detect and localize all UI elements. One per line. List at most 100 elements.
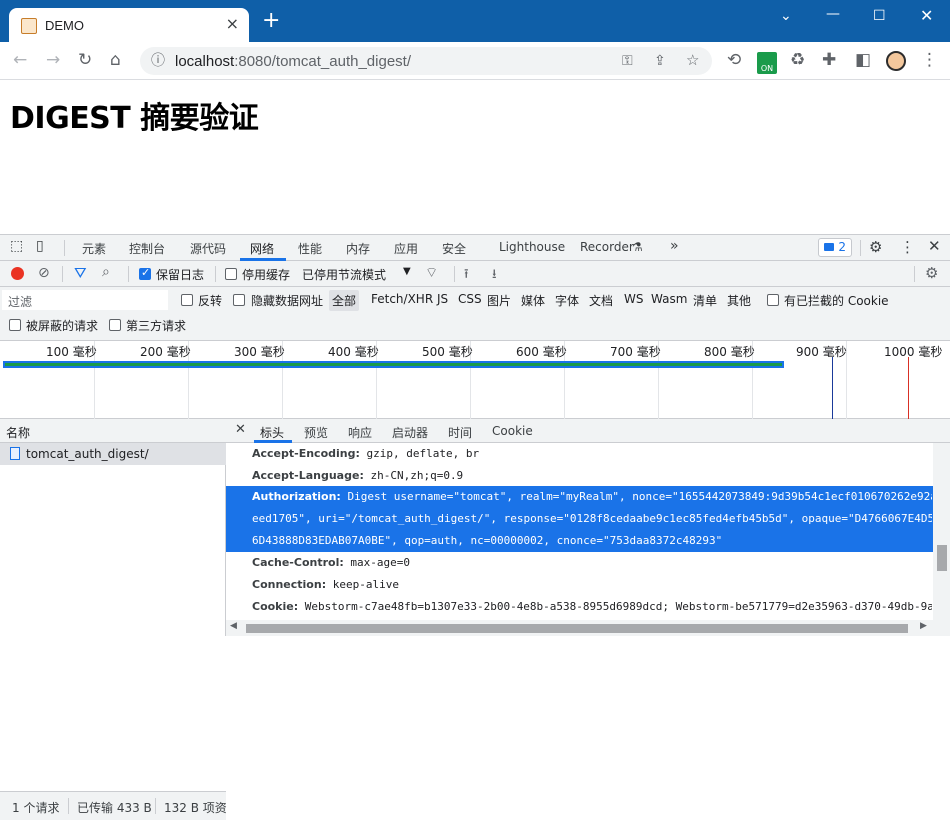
filter-type-media[interactable]: 媒体 [521,292,545,309]
tab-headers[interactable]: 标头 [260,424,284,441]
filter-type-other[interactable]: 其他 [727,292,751,309]
filter-type-manifest[interactable]: 清单 [693,292,717,309]
tick-label: 100 毫秒 [46,345,97,359]
horizontal-scrollbar[interactable]: ◀ ▶ [226,620,950,636]
close-tab-icon[interactable]: × [226,14,239,33]
preserve-log-checkbox[interactable] [139,266,151,280]
scrollbar-thumb[interactable] [937,545,947,571]
key-icon[interactable]: ⚿ [622,51,633,71]
divider [68,798,69,814]
request-row[interactable]: tomcat_auth_digest/ [0,443,226,465]
close-details-icon[interactable]: ✕ [235,422,246,437]
browser-title-bar: DEMO × + ⌄ — ☐ ✕ [0,0,950,42]
inspect-element-icon[interactable]: ⬚ [10,238,23,254]
scrollbar-thumb[interactable] [246,624,908,633]
profile-avatar[interactable] [886,51,906,71]
browser-menu-icon[interactable]: ⋮ [921,50,938,70]
filter-type-css[interactable]: CSS [458,292,482,306]
tab-application[interactable]: 应用 [394,240,418,257]
tab-elements[interactable]: 元素 [82,240,106,257]
filter-type-all[interactable]: 全部 [329,290,360,311]
new-tab-icon[interactable]: + [262,10,280,32]
filter-input[interactable]: 过滤 [2,290,168,310]
invert-checkbox[interactable] [181,294,193,306]
bookmark-star-icon[interactable]: ☆ [686,50,699,70]
disable-cache-checkbox[interactable] [225,268,237,280]
blocked-requests-checkbox[interactable] [9,319,21,331]
network-settings-gear-icon[interactable]: ⚙ [925,264,938,282]
tab-sources[interactable]: 源代码 [190,240,226,257]
filter-type-fetch-xhr[interactable]: Fetch/XHR [371,292,433,306]
close-devtools-icon[interactable]: ✕ [928,237,941,255]
back-icon[interactable]: ← [13,50,27,70]
tab-memory[interactable]: 内存 [346,240,370,257]
network-status-bar: 1 个请求 已传输 433 B 132 B 项资 [0,791,227,820]
tab-lighthouse[interactable]: Lighthouse [499,240,565,254]
filter-type-img[interactable]: 图片 [487,292,511,309]
third-party-label: 第三方请求 [126,319,187,333]
home-icon[interactable]: ⌂ [110,50,121,70]
minimize-icon[interactable]: — [826,6,840,22]
extension-on-icon[interactable]: ON [757,52,777,74]
url-text[interactable]: localhost:8080/tomcat_auth_digest/ [175,53,411,70]
tab-search-icon[interactable]: ⌄ [780,8,792,24]
favicon-icon [21,18,37,34]
tab-preview[interactable]: 预览 [304,424,328,441]
blocked-cookies-checkbox[interactable] [767,294,779,306]
divider [62,266,63,282]
export-har-icon[interactable]: ⭳ [492,265,497,287]
browser-tab[interactable]: DEMO × [9,8,249,42]
tab-performance[interactable]: 性能 [298,240,322,257]
record-icon[interactable] [11,267,24,280]
device-toolbar-icon[interactable]: ▯ [36,238,44,254]
filter-type-ws[interactable]: WS [624,292,643,306]
resources-size: 132 B 项资 [164,801,227,815]
filter-type-js[interactable]: JS [437,292,448,306]
extension-sync-icon[interactable]: ⟲ [727,50,741,70]
tab-response[interactable]: 响应 [348,424,372,441]
recycle-icon[interactable]: ♻ [790,50,805,70]
header-cache-control: Cache-Control: max-age=0 [252,556,410,569]
address-bar[interactable]: ⓘ localhost:8080/tomcat_auth_digest/ ⚿ ⇪… [140,47,712,75]
request-count: 1 个请求 [12,801,60,815]
scroll-left-icon[interactable]: ◀ [230,621,237,631]
extensions-puzzle-icon[interactable]: ✚ [822,50,836,70]
tab-network[interactable]: 网络 [250,240,274,257]
tab-cookies[interactable]: Cookie [492,424,533,438]
header-authorization-selected[interactable]: Authorization: Digest username="tomcat",… [226,486,933,552]
tick-label: 600 毫秒 [516,345,567,359]
search-icon[interactable]: ⌕ [102,264,110,280]
divider [128,266,129,282]
filter-type-doc[interactable]: 文档 [589,292,613,309]
close-window-icon[interactable]: ✕ [920,6,933,25]
tab-recorder[interactable]: Recorder [580,240,634,254]
scroll-right-icon[interactable]: ▶ [920,621,927,631]
clear-icon[interactable]: ⊘ [38,265,50,281]
tab-timing[interactable]: 时间 [448,424,472,441]
filter-type-wasm[interactable]: Wasm [651,292,687,306]
name-column-header[interactable]: 名称 [0,419,226,443]
load-event-line [908,357,909,419]
forward-icon[interactable]: → [46,50,60,70]
network-conditions-icon[interactable]: ⌔ [425,264,438,282]
filter-type-font[interactable]: 字体 [555,292,579,309]
tab-console[interactable]: 控制台 [129,240,165,257]
tab-security[interactable]: 安全 [442,240,466,257]
hide-data-urls-checkbox[interactable] [233,294,245,306]
more-tabs-icon[interactable]: » [670,238,679,254]
share-icon[interactable]: ⇪ [654,51,666,71]
vertical-scrollbar[interactable] [933,443,950,620]
issues-badge[interactable]: 2 [818,238,852,257]
reload-icon[interactable]: ↻ [78,50,92,70]
throttle-select[interactable]: 已停用节流模式 [302,266,386,283]
devtools-menu-icon[interactable]: ⋮ [900,238,915,256]
site-info-icon[interactable]: ⓘ [151,51,165,71]
settings-gear-icon[interactable]: ⚙ [869,238,882,256]
filter-icon[interactable]: ⛛ [74,264,87,282]
import-har-icon[interactable]: ⭱ [464,265,469,287]
third-party-checkbox[interactable] [109,319,121,331]
side-panel-icon[interactable]: ◧ [855,50,871,70]
tab-initiator[interactable]: 启动器 [392,424,428,441]
network-overview[interactable]: 100 毫秒 200 毫秒 300 毫秒 400 毫秒 500 毫秒 600 毫… [0,341,950,419]
maximize-icon[interactable]: ☐ [873,8,886,24]
